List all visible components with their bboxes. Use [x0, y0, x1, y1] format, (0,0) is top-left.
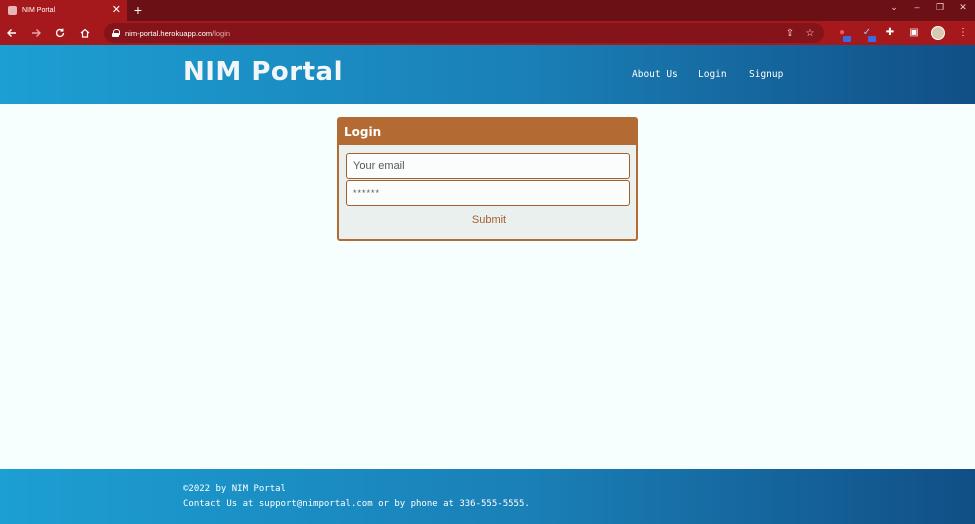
extension-badge — [868, 36, 876, 42]
reload-button[interactable] — [51, 24, 69, 42]
address-bar[interactable]: nim-portal.herokuapp.com/login ⇪ ☆ — [104, 23, 824, 43]
site-brand[interactable]: NIM Portal — [183, 57, 343, 87]
extension-badge — [843, 36, 851, 42]
new-tab-button[interactable]: + — [131, 1, 145, 19]
favicon-icon — [8, 6, 17, 15]
footer-copyright: ©2022 by NIM Portal — [183, 484, 286, 494]
profile-avatar[interactable] — [931, 26, 945, 40]
submit-button[interactable]: Submit — [439, 211, 539, 229]
footer-contact: Contact Us at support@nimportal.com or b… — [183, 499, 530, 509]
side-panel-icon[interactable]: ▣ — [907, 26, 921, 40]
reload-icon — [55, 28, 65, 38]
star-icon[interactable]: ☆ — [804, 28, 816, 40]
extension-red-icon[interactable]: ● — [835, 26, 851, 42]
close-window-button[interactable]: ✕ — [952, 0, 974, 14]
login-title: Login — [339, 119, 636, 145]
home-button[interactable] — [76, 24, 94, 42]
tab-search-icon[interactable]: ⌄ — [883, 0, 905, 14]
extension-blue-icon[interactable]: ✓ — [860, 26, 876, 42]
arrow-left-icon — [7, 29, 16, 37]
browser-tab-active[interactable]: NIM Portal ✕ — [0, 0, 127, 21]
login-card: Login ****** Submit — [337, 117, 638, 241]
email-input[interactable] — [346, 153, 630, 179]
home-icon — [80, 28, 90, 38]
browser-toolbar: nim-portal.herokuapp.com/login ⇪ ☆ ● ✓ ✚… — [0, 21, 975, 45]
url-path: /login — [212, 28, 231, 38]
forward-button[interactable] — [27, 24, 45, 42]
nav-signup[interactable]: Signup — [749, 69, 783, 80]
nav-login[interactable]: Login — [698, 69, 727, 80]
kebab-menu-icon[interactable]: ⋮ — [956, 26, 970, 40]
password-input[interactable]: ****** — [346, 180, 630, 206]
nav-about-us[interactable]: About Us — [632, 69, 678, 80]
lock-icon — [112, 29, 120, 37]
address-url: nim-portal.herokuapp.com/login — [125, 29, 230, 38]
url-host: nim-portal.herokuapp.com — [125, 28, 213, 38]
site-footer: ©2022 by NIM Portal Contact Us at suppor… — [0, 469, 975, 524]
restore-button[interactable]: ❐ — [929, 0, 951, 14]
tab-title: NIM Portal — [22, 7, 56, 14]
site-header: NIM Portal About Us Login Signup — [0, 45, 975, 104]
arrow-right-icon — [32, 29, 41, 37]
browser-tabstrip: NIM Portal ✕ + ⌄ – ❐ ✕ — [0, 0, 975, 21]
minimize-button[interactable]: – — [906, 0, 928, 14]
puzzle-icon[interactable]: ✚ — [883, 26, 897, 40]
share-icon[interactable]: ⇪ — [784, 28, 796, 40]
tab-close-icon[interactable]: ✕ — [112, 5, 121, 16]
back-button[interactable] — [3, 24, 21, 42]
